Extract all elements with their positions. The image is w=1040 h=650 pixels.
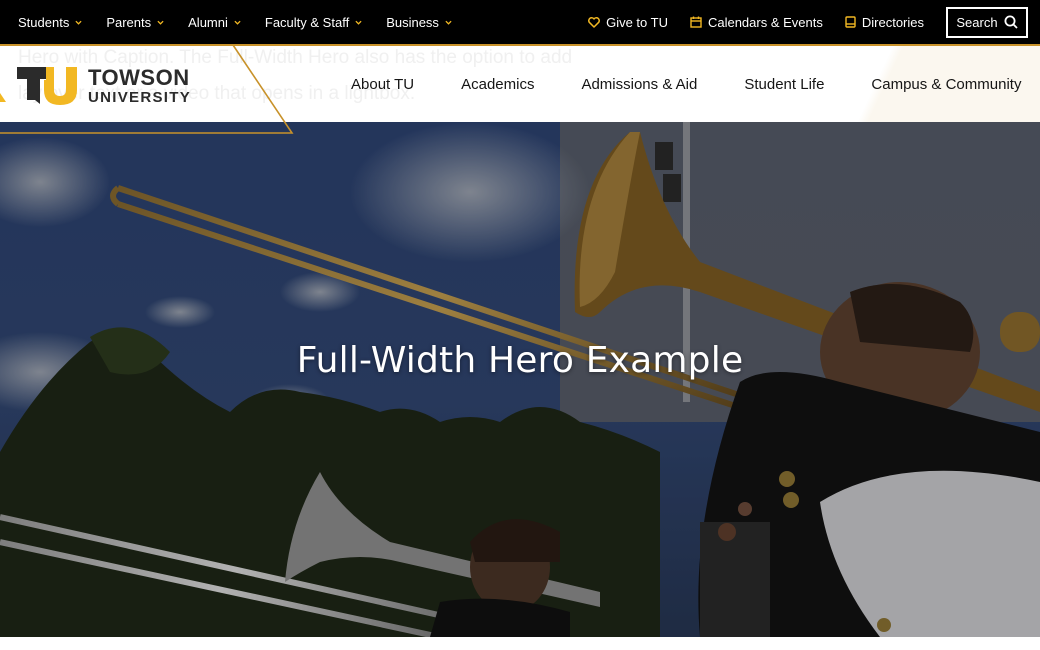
calendars-label: Calendars & Events: [707, 14, 823, 30]
nav-campus-community[interactable]: Campus & Community: [871, 76, 1021, 93]
hero-title: Full-Width Hero Example: [296, 340, 744, 381]
give-link[interactable]: Give to TU: [588, 15, 668, 30]
audience-label: Students: [18, 14, 70, 30]
nav-academics[interactable]: Academics: [461, 76, 534, 93]
search-button[interactable]: Search: [946, 6, 1028, 38]
search-label: Search: [956, 14, 998, 30]
main-header: Hero with Caption. The Full-Width Hero a…: [0, 46, 1040, 122]
audience-faculty-staff[interactable]: Faculty & Staff: [265, 15, 362, 30]
nav-about-tu[interactable]: About TU: [351, 76, 414, 93]
audience-label: Alumni: [188, 14, 228, 30]
logo-line-1: TOWSON: [88, 65, 190, 90]
audience-alumni[interactable]: Alumni: [188, 15, 241, 30]
hero-banner: Full-Width Hero Example: [0, 122, 1040, 637]
audience-label: Parents: [106, 14, 152, 30]
directories-link[interactable]: Directories: [845, 15, 924, 30]
audience-business[interactable]: Business: [386, 15, 452, 30]
calendars-link[interactable]: Calendars & Events: [690, 15, 823, 30]
tu-logo-mark: [0, 67, 77, 105]
logo-line-2: UNIVERSITY: [88, 89, 192, 106]
main-nav: About TU Academics Admissions & Aid Stud…: [351, 46, 1021, 122]
audience-label: Faculty & Staff: [264, 14, 350, 30]
logo-wordmark: TOWSON UNIVERSITY: [88, 65, 192, 106]
directories-label: Directories: [861, 14, 924, 30]
nav-admissions-aid[interactable]: Admissions & Aid: [581, 76, 697, 93]
utility-links: Give to TU Calendars & Events Directorie…: [566, 6, 1028, 38]
chevron-down-icon: [157, 20, 164, 25]
chevron-down-icon: [234, 20, 241, 25]
audience-parents[interactable]: Parents: [106, 15, 164, 30]
calendar-icon: [690, 16, 702, 28]
audience-nav: Students Parents Alumni Faculty & Staff …: [18, 15, 476, 30]
heart-icon: [588, 16, 601, 28]
audience-students[interactable]: Students: [18, 15, 82, 30]
nav-student-life[interactable]: Student Life: [744, 76, 824, 93]
chevron-down-icon: [75, 20, 82, 25]
give-label: Give to TU: [606, 14, 668, 30]
utility-bar: Students Parents Alumni Faculty & Staff …: [0, 0, 1040, 46]
audience-label: Business: [386, 14, 439, 30]
chevron-down-icon: [445, 20, 452, 25]
chevron-down-icon: [355, 20, 362, 25]
search-icon: [1004, 15, 1018, 29]
towson-logo[interactable]: TOWSON UNIVERSITY: [0, 66, 191, 106]
book-icon: [845, 16, 856, 28]
